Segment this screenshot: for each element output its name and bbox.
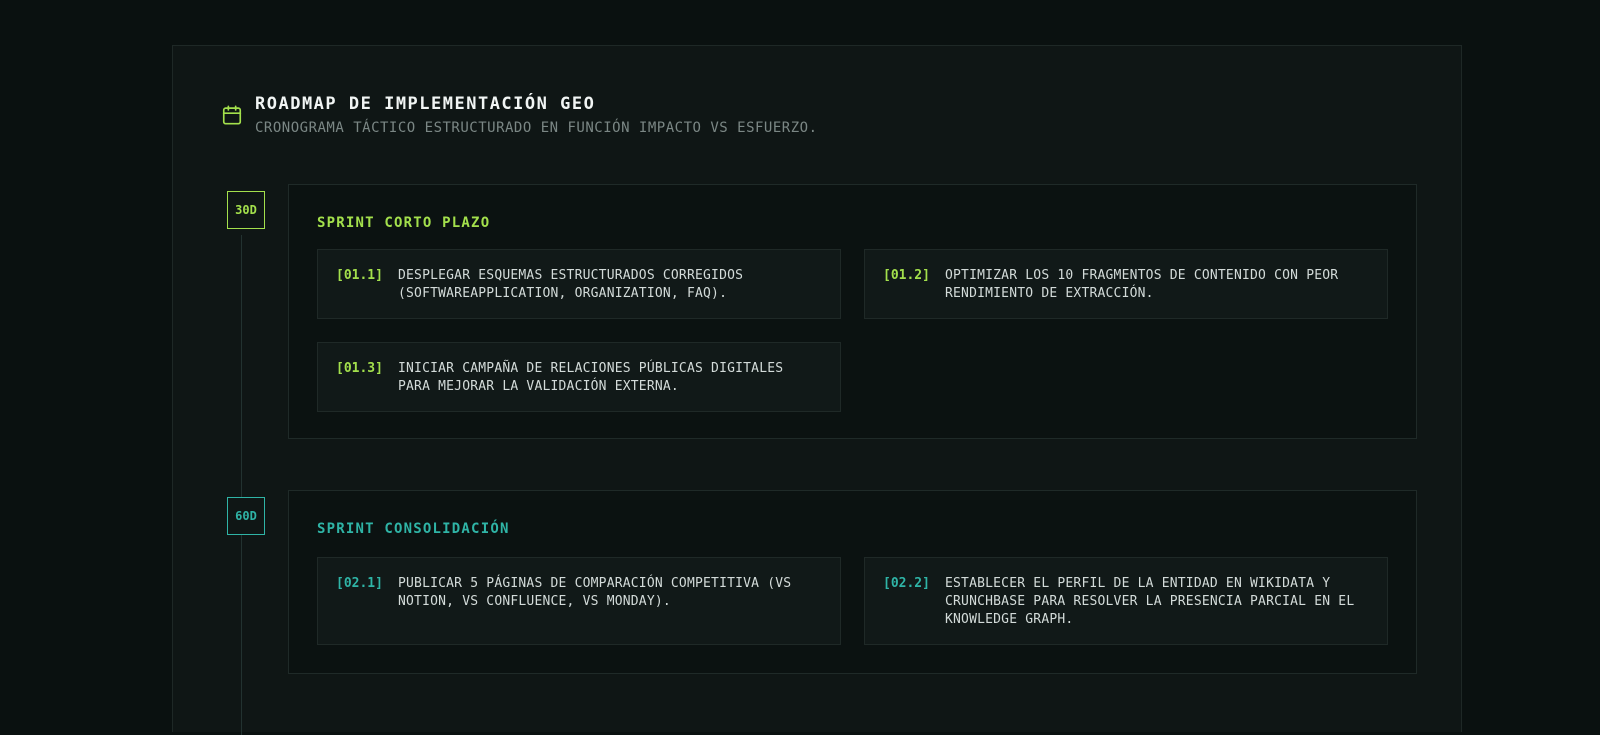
task-text: OPTIMIZAR LOS 10 FRAGMENTOS DE CONTENIDO… xyxy=(945,268,1339,301)
task-card: [01.3] INICIAR CAMPAÑA DE RELACIONES PÚB… xyxy=(317,342,841,412)
sprint-badge-30d: 30D xyxy=(227,191,265,229)
roadmap-panel: ROADMAP DE IMPLEMENTACIÓN GEO CRONOGRAMA… xyxy=(172,45,1462,735)
task-card: [02.2] ESTABLECER EL PERFIL DE LA ENTIDA… xyxy=(864,557,1388,645)
sprint-card-short-term: SPRINT CORTO PLAZO [01.1] DESPLEGAR ESQU… xyxy=(288,184,1417,439)
task-card: [02.1] PUBLICAR 5 PÁGINAS DE COMPARACIÓN… xyxy=(317,557,841,645)
page-title: ROADMAP DE IMPLEMENTACIÓN GEO xyxy=(255,94,596,114)
calendar-icon xyxy=(222,105,242,125)
task-text: INICIAR CAMPAÑA DE RELACIONES PÚBLICAS D… xyxy=(398,361,784,394)
sprint-badge-60d: 60D xyxy=(227,497,265,535)
task-code: [02.1] xyxy=(336,576,383,591)
task-text: ESTABLECER EL PERFIL DE LA ENTIDAD EN WI… xyxy=(945,576,1355,627)
roadmap-header: ROADMAP DE IMPLEMENTACIÓN GEO CRONOGRAMA… xyxy=(221,92,818,139)
task-card: [01.2] OPTIMIZAR LOS 10 FRAGMENTOS DE CO… xyxy=(864,249,1388,319)
sprint-title: SPRINT CONSOLIDACIÓN xyxy=(317,521,510,537)
sprint-card-consolidation: SPRINT CONSOLIDACIÓN [02.1] PUBLICAR 5 P… xyxy=(288,490,1417,674)
task-code: [01.3] xyxy=(336,361,383,376)
task-card: [01.1] DESPLEGAR ESQUEMAS ESTRUCTURADOS … xyxy=(317,249,841,319)
sprint-title: SPRINT CORTO PLAZO xyxy=(317,215,491,231)
task-code: [01.1] xyxy=(336,268,383,283)
page-subtitle: CRONOGRAMA TÁCTICO ESTRUCTURADO EN FUNCI… xyxy=(255,120,818,136)
task-text: PUBLICAR 5 PÁGINAS DE COMPARACIÓN COMPET… xyxy=(398,576,792,609)
task-code: [01.2] xyxy=(883,268,930,283)
task-code: [02.2] xyxy=(883,576,930,591)
task-text: DESPLEGAR ESQUEMAS ESTRUCTURADOS CORREGI… xyxy=(398,268,744,301)
timeline-line xyxy=(241,235,242,735)
